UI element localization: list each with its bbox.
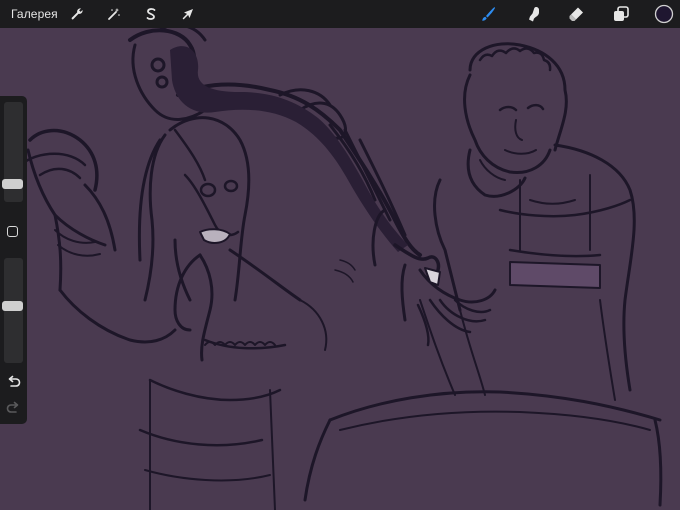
brush-size-slider[interactable]	[2, 102, 23, 202]
sketch-artwork	[18, 23, 663, 510]
arrow-cursor-icon[interactable]	[178, 4, 198, 24]
layers-icon[interactable]	[611, 4, 631, 24]
color-swatch[interactable]	[654, 4, 674, 24]
modify-square-button[interactable]	[7, 226, 18, 237]
brush-icon[interactable]	[478, 4, 498, 24]
redo-icon[interactable]	[6, 401, 21, 415]
selection-s-icon[interactable]	[141, 4, 161, 24]
brush-size-thumb[interactable]	[2, 179, 23, 189]
opacity-thumb[interactable]	[2, 301, 23, 311]
eraser-icon[interactable]	[566, 4, 586, 24]
left-sidebar	[0, 96, 27, 424]
top-toolbar: Галерея	[0, 0, 680, 28]
opacity-slider[interactable]	[2, 258, 23, 363]
wrench-icon[interactable]	[67, 4, 87, 24]
undo-icon[interactable]	[6, 375, 21, 389]
drawing-canvas[interactable]	[0, 0, 680, 510]
magic-wand-icon[interactable]	[104, 4, 124, 24]
smudge-finger-icon[interactable]	[524, 4, 544, 24]
gallery-button[interactable]: Галерея	[11, 7, 58, 21]
